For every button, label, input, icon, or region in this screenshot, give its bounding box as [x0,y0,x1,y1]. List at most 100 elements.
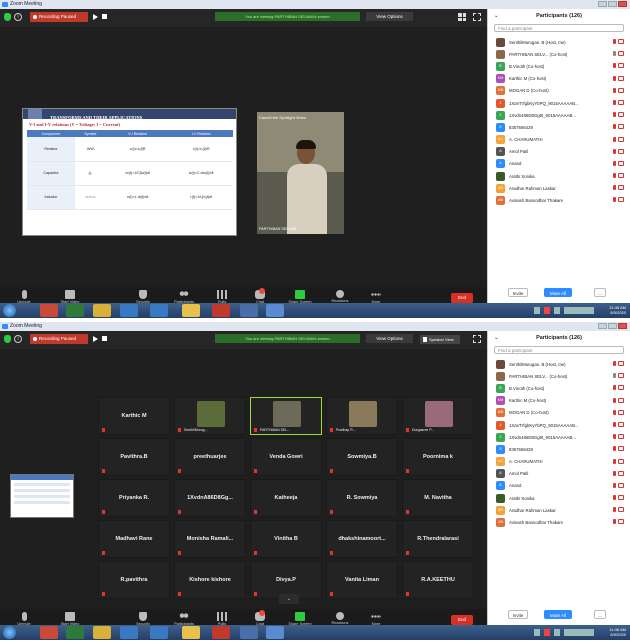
maximize-button[interactable] [608,1,617,7]
video-tile[interactable]: R.Thendralarasi [402,520,474,558]
system-tray-icons[interactable] [534,629,594,636]
taskbar-app-icon[interactable] [150,626,168,639]
mute-all-button[interactable]: Mute All [544,288,572,297]
minimize-button[interactable] [598,1,607,7]
video-tile[interactable]: Madhavi Rane [98,520,170,558]
close-button[interactable] [618,1,627,7]
info-icon[interactable]: i [14,13,22,21]
taskbar-app-icon[interactable] [182,626,200,639]
video-tile[interactable]: Durgasree P... [402,397,474,435]
participant-row[interactable]: PARTHIBAN SELV... (Co-host) [488,370,630,382]
stop-recording-icon[interactable] [102,336,107,341]
video-tile[interactable]: preethuarjee [174,438,246,476]
taskbar-app-icon[interactable] [150,304,168,317]
video-tile[interactable]: Vanita Liman [326,561,398,599]
start-button[interactable] [3,304,16,317]
participant-row[interactable]: SenthilMurugan. B (Host, me) [488,358,630,370]
video-tile[interactable]: Priyanka R. [98,479,170,517]
participant-row[interactable]: MD MOGAN D (Co-host) [488,85,630,97]
taskbar-app-icon[interactable] [240,626,258,639]
start-button[interactable] [3,626,16,639]
participant-row[interactable]: 1 1Xvdn486D8Gg9t_9015AAAAAB... [488,109,630,121]
participant-row[interactable]: A Amol Patil [488,146,630,158]
taskbar-app-icon[interactable] [93,304,111,317]
participant-row[interactable]: MD MOGAN D (Co-host) [488,407,630,419]
participant-row[interactable]: KM Karthic M (Co-host) [488,395,630,407]
taskbar-app-icon[interactable] [182,304,200,317]
taskbar-app-icon[interactable] [266,626,284,639]
participant-row[interactable]: 8 8357666429 [488,121,630,133]
taskbar-app-icon[interactable] [120,304,138,317]
participant-row[interactable]: AB Avinash Bansodhar Thakare [488,194,630,206]
participant-row[interactable]: A Anand [488,158,630,170]
invite-button[interactable]: Invite [508,610,528,619]
video-tile[interactable]: Venda Gowri [250,438,322,476]
shared-screen-thumbnail[interactable] [10,474,74,518]
video-tile[interactable]: Pradhap R... [326,397,398,435]
close-button[interactable] [618,323,627,329]
participant-search-input[interactable]: Find a participant [494,24,624,32]
participant-row[interactable]: AB Avinash Bansodhar Thakare [488,516,630,528]
view-options-button[interactable]: View Options [366,12,413,21]
minimize-button[interactable] [598,323,607,329]
video-tile[interactable]: R.pavithra [98,561,170,599]
fullscreen-icon[interactable] [473,335,481,343]
maximize-button[interactable] [608,323,617,329]
video-tile[interactable]: PARTHIBAN SEL... [250,397,322,435]
speaker-view-button[interactable]: Speaker View [420,335,460,344]
collapse-chevron-icon[interactable]: ⌄ [494,331,499,345]
encryption-shield-icon[interactable] [4,13,11,21]
participant-row[interactable]: 1 1Xvdn486D8Gg9t_9015AAAAAB... [488,431,630,443]
stop-recording-icon[interactable] [102,14,107,19]
gallery-grid-icon[interactable] [458,13,466,21]
taskbar-app-icon[interactable] [212,626,230,639]
video-tile[interactable]: SenthilMurug... [174,397,246,435]
video-tile[interactable]: dhakshinamoort... [326,520,398,558]
participant-row[interactable]: AR Aradhar Rahman Laskar [488,504,630,516]
spotlight-video[interactable]: Cancel the Spotlight Video PARTHIBAN SEL… [257,112,344,234]
video-tile[interactable]: Karthic M [98,397,170,435]
resume-recording-icon[interactable] [93,14,98,20]
collapse-chevron-icon[interactable]: ⌄ [494,9,499,23]
participant-row[interactable]: 1 1XaVTrfgbKyYbPQ_9015AAAAAB... [488,419,630,431]
encryption-shield-icon[interactable] [4,335,11,343]
mute-all-button[interactable]: Mute All [544,610,572,619]
taskbar-app-icon[interactable] [212,304,230,317]
participant-row[interactable]: B B.Vinoth (Co-host) [488,382,630,394]
resume-recording-icon[interactable] [93,336,98,342]
video-tile[interactable]: Pavithra.B [98,438,170,476]
taskbar-app-icon[interactable] [66,304,84,317]
cancel-spotlight-label[interactable]: Cancel the Spotlight Video [259,115,306,120]
video-tile[interactable]: Sowmiya.B [326,438,398,476]
video-tile[interactable]: Monisha Ramali... [174,520,246,558]
next-page-chevron-icon[interactable]: ⌄ [279,594,299,604]
participant-row[interactable]: KM Karthic M (Co-host) [488,73,630,85]
taskbar-app-icon[interactable] [40,626,58,639]
participant-search-input[interactable]: Find a participant [494,346,624,354]
view-options-button[interactable]: View Options [366,334,413,343]
participant-row[interactable]: 1 1XaVTrfgbKyYbPQ_9015AAAAAB... [488,97,630,109]
end-meeting-button[interactable]: End [451,615,473,625]
taskbar-clock[interactable]: 11:46 AM 8/5/2020 [609,627,626,637]
video-tile[interactable]: R.A.KEETHU [402,561,474,599]
fullscreen-icon[interactable] [473,13,481,21]
participant-row[interactable]: AR Aradhar Rahman Laskar [488,182,630,194]
participant-row[interactable]: Arathi Sonika [488,492,630,504]
video-tile[interactable]: Katheeja [250,479,322,517]
participant-row[interactable]: AC A. CHARUMATHI [488,456,630,468]
participant-row[interactable]: A Anand [488,480,630,492]
info-icon[interactable]: i [14,335,22,343]
participant-row[interactable]: A Amol Patil [488,468,630,480]
participant-row[interactable]: PARTHIBAN SELV... (Co-host) [488,48,630,60]
taskbar-app-icon[interactable] [266,304,284,317]
video-tile[interactable]: M. Navitha [402,479,474,517]
taskbar-app-icon[interactable] [240,304,258,317]
panel-more-button[interactable]: ... [594,610,606,619]
video-tile[interactable]: Poornima k [402,438,474,476]
video-tile[interactable]: Vinitha B [250,520,322,558]
system-tray-icons[interactable] [534,307,594,314]
participant-row[interactable]: SenthilMurugan. B (Host, me) [488,36,630,48]
end-meeting-button[interactable]: End [451,293,473,303]
taskbar-app-icon[interactable] [120,626,138,639]
invite-button[interactable]: Invite [508,288,528,297]
